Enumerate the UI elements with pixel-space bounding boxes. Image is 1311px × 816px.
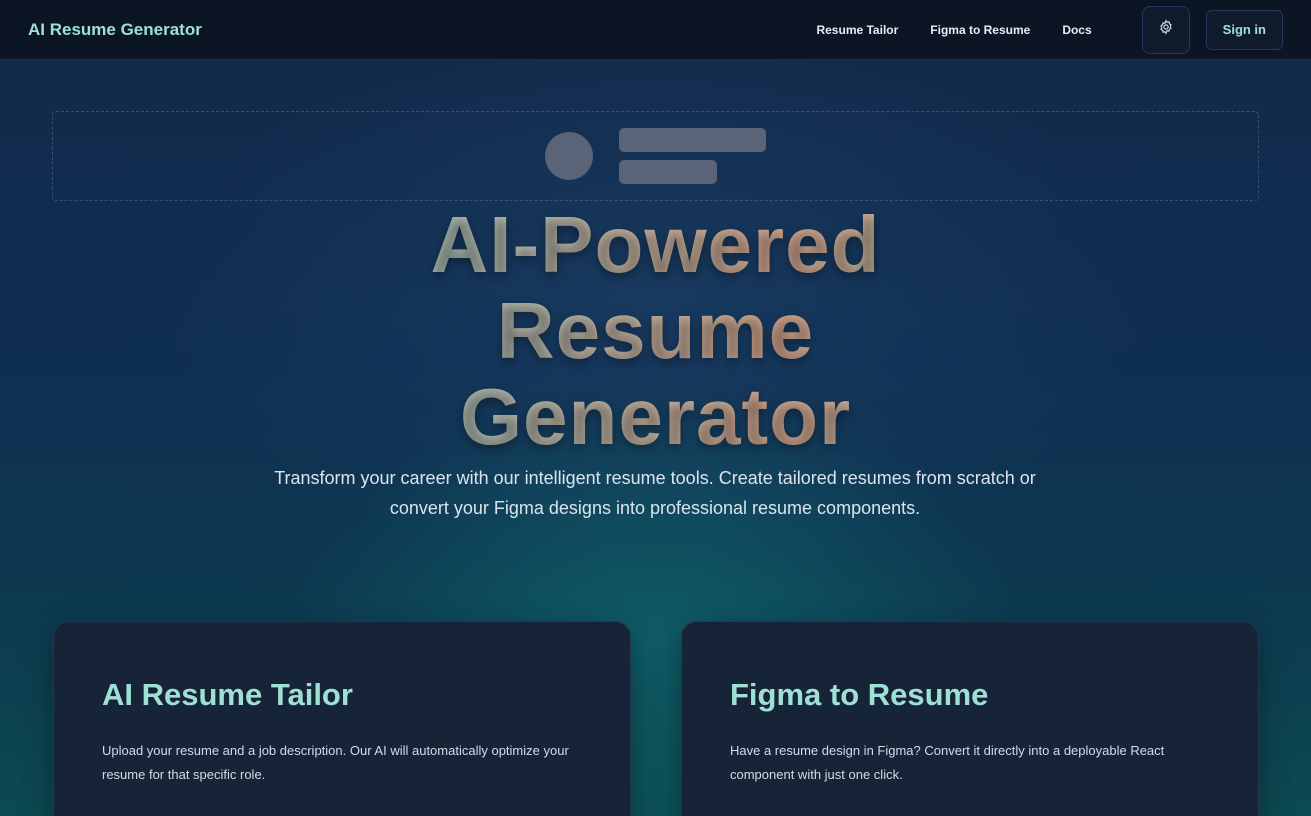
placeholder-avatar	[545, 132, 593, 180]
card-description: Have a resume design in Figma? Convert i…	[730, 743, 1165, 782]
placeholder-line-short	[619, 160, 717, 184]
card-figma-to-resume[interactable]: Figma to Resume Have a resume design in …	[681, 621, 1259, 816]
settings-button[interactable]	[1141, 5, 1190, 54]
card-ai-resume-tailor[interactable]: AI Resume Tailor Upload your resume and …	[53, 621, 631, 816]
nav-link-docs[interactable]: Docs	[1062, 23, 1091, 37]
nav-links: Resume Tailor Figma to Resume Docs	[816, 23, 1091, 37]
page: AI Resume Generator Resume Tailor Figma …	[0, 0, 1311, 816]
navbar: AI Resume Generator Resume Tailor Figma …	[0, 0, 1311, 60]
hero-title-line-2: Resume	[0, 288, 1311, 374]
sign-in-button[interactable]: Sign in	[1205, 9, 1283, 50]
card-title: AI Resume Tailor	[102, 677, 353, 712]
hero-subtitle: Transform your career with our intellige…	[274, 468, 1036, 518]
nav-link-figma-to-resume[interactable]: Figma to Resume	[930, 23, 1030, 37]
card-description: Upload your resume and a job description…	[102, 743, 569, 782]
banner-placeholder	[52, 111, 1259, 201]
placeholder-line	[619, 128, 766, 152]
brand-logo[interactable]: AI Resume Generator	[28, 20, 202, 40]
gear-icon	[1158, 19, 1174, 40]
card-title: Figma to Resume	[730, 677, 989, 712]
hero-title-line-1: AI-Powered	[0, 202, 1311, 288]
nav-link-resume-tailor[interactable]: Resume Tailor	[816, 23, 898, 37]
hero-title-line-3: Generator	[0, 374, 1311, 460]
hero-title: AI-Powered Resume Generator	[0, 202, 1311, 460]
